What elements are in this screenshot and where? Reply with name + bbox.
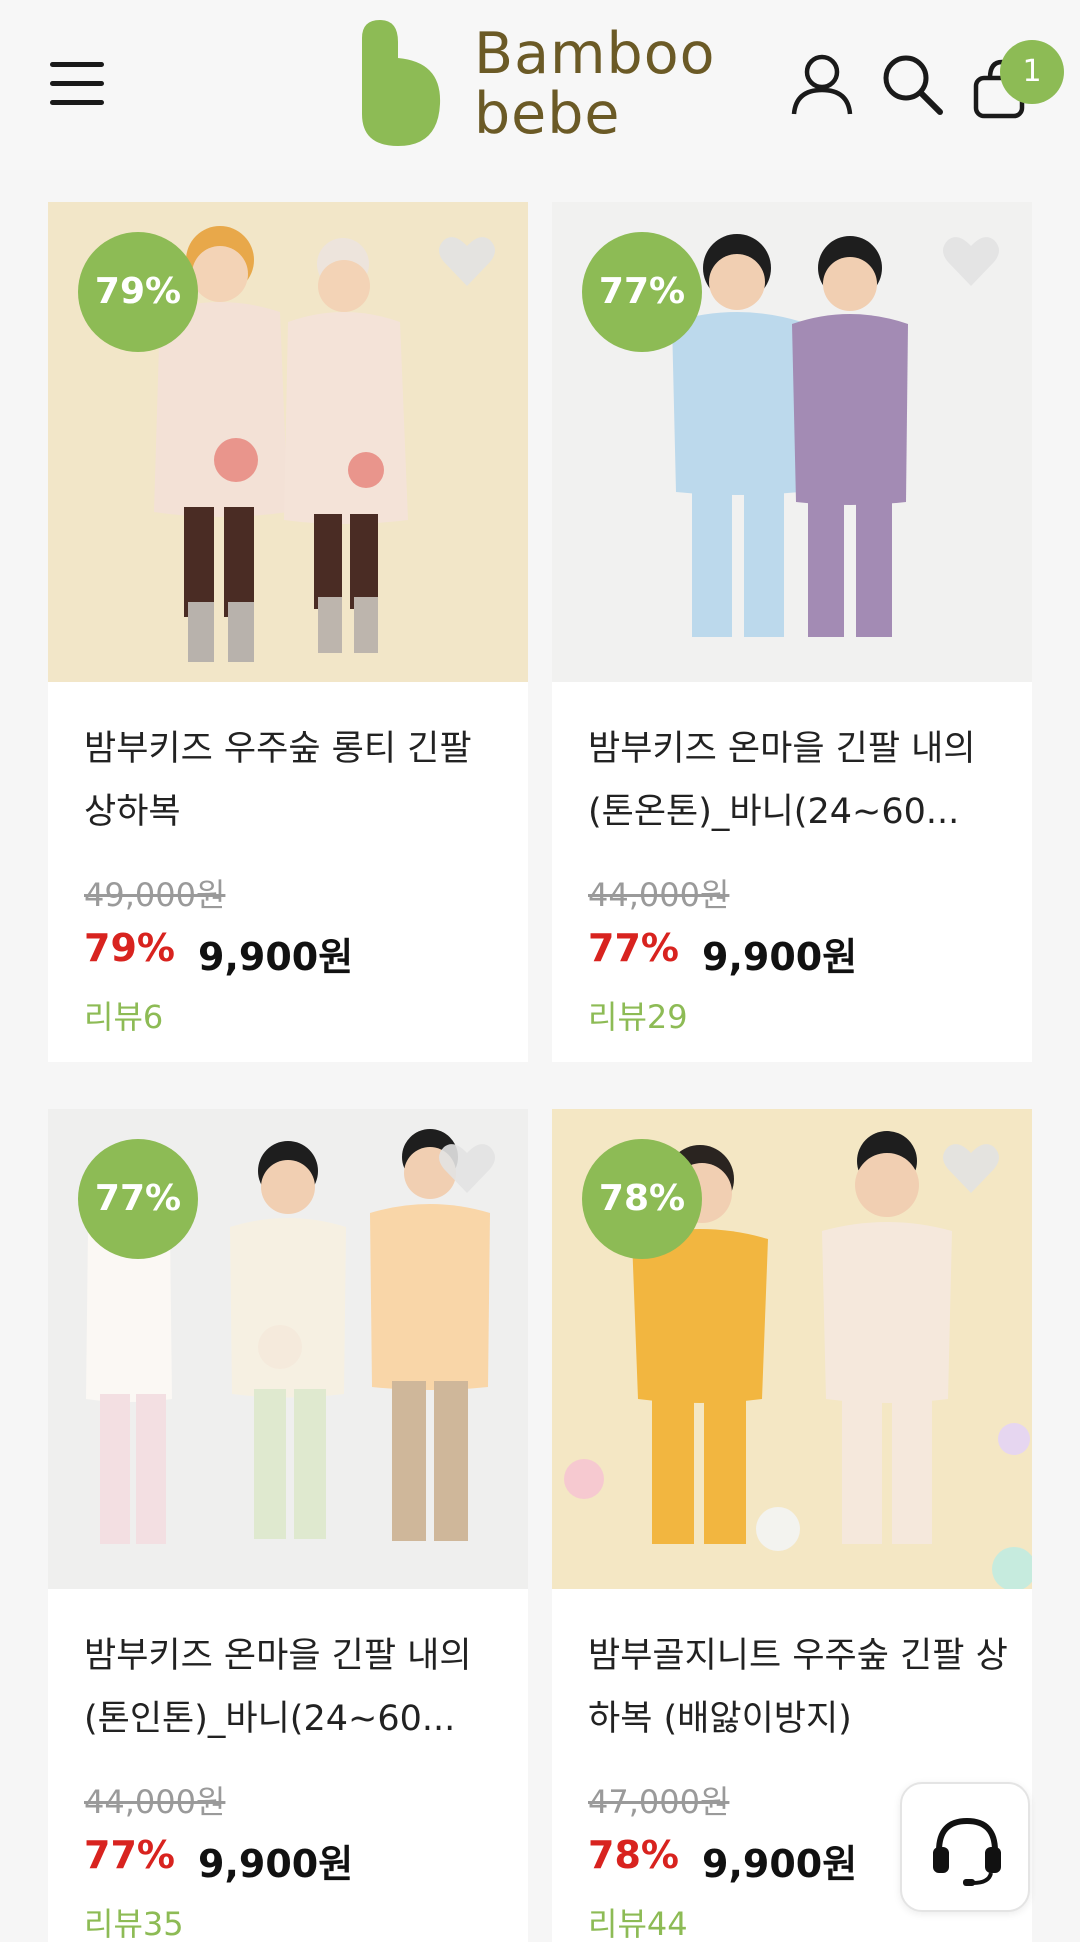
product-card[interactable]: 77% 밤부키즈 온마을 긴팔 내의 (톤인톤)_바니(24~60... 44,… bbox=[48, 1109, 528, 1942]
discount-badge: 77% bbox=[78, 1139, 198, 1259]
review-count: 리뷰44 bbox=[588, 1905, 688, 1942]
heart-icon[interactable] bbox=[942, 1141, 1000, 1195]
logo[interactable]: Bamboo bebe bbox=[358, 18, 728, 148]
discount-rate: 79% bbox=[84, 926, 175, 970]
product-name[interactable]: 밤부골지니트 우주숲 긴팔 상하복 (배앓이방지) bbox=[588, 1625, 1008, 1751]
original-price: 44,000원 bbox=[84, 1783, 226, 1821]
sale-price: 9,900원 bbox=[198, 1842, 354, 1886]
logo-text-line1: Bamboo bbox=[474, 21, 716, 87]
cart-count-badge: 1 bbox=[1000, 40, 1064, 104]
review-count: 리뷰29 bbox=[588, 998, 688, 1036]
heart-icon[interactable] bbox=[438, 1141, 496, 1195]
logo-mark-icon bbox=[362, 20, 441, 146]
search-icon[interactable] bbox=[880, 52, 944, 116]
discount-rate: 77% bbox=[588, 926, 679, 970]
customer-service-button[interactable] bbox=[900, 1782, 1030, 1912]
product-card[interactable]: 79% 밤부키즈 우주숲 롱티 긴팔 상하복 49,000원 79% 9,900… bbox=[48, 202, 528, 1062]
header: Bamboo bebe 1 bbox=[0, 0, 1080, 170]
review-count: 리뷰35 bbox=[84, 1905, 184, 1942]
product-name[interactable]: 밤부키즈 우주숲 롱티 긴팔 상하복 bbox=[84, 718, 504, 844]
original-price: 49,000원 bbox=[84, 876, 226, 914]
product-info: 밤부키즈 온마을 긴팔 내의 (톤인톤)_바니(24~60... 44,000원… bbox=[48, 1589, 528, 1942]
heart-icon[interactable] bbox=[438, 234, 496, 288]
product-info: 밤부키즈 온마을 긴팔 내의 (톤온톤)_바니(24~60... 44,000원… bbox=[552, 682, 1032, 1062]
discount-badge: 79% bbox=[78, 232, 198, 352]
logo-text-line2: bebe bbox=[474, 81, 621, 147]
sale-price: 9,900원 bbox=[198, 935, 354, 979]
original-price: 47,000원 bbox=[588, 1783, 730, 1821]
sale-price: 9,900원 bbox=[702, 935, 858, 979]
discount-badge: 78% bbox=[582, 1139, 702, 1259]
heart-icon[interactable] bbox=[942, 234, 1000, 288]
discount-badge: 77% bbox=[582, 232, 702, 352]
product-info: 밤부키즈 우주숲 롱티 긴팔 상하복 49,000원 79% 9,900원 리뷰… bbox=[48, 682, 528, 1062]
headset-icon bbox=[933, 1817, 1001, 1886]
discount-rate: 78% bbox=[588, 1833, 679, 1877]
product-name[interactable]: 밤부키즈 온마을 긴팔 내의 (톤인톤)_바니(24~60... bbox=[84, 1625, 504, 1751]
original-price: 44,000원 bbox=[588, 876, 730, 914]
review-count: 리뷰6 bbox=[84, 998, 164, 1036]
menu-icon[interactable] bbox=[50, 62, 106, 106]
product-name[interactable]: 밤부키즈 온마을 긴팔 내의 (톤온톤)_바니(24~60... bbox=[588, 718, 1008, 844]
user-icon[interactable] bbox=[790, 52, 854, 116]
product-card[interactable]: 77% 밤부키즈 온마을 긴팔 내의 (톤온톤)_바니(24~60... 44,… bbox=[552, 202, 1032, 1062]
sale-price: 9,900원 bbox=[702, 1842, 858, 1886]
discount-rate: 77% bbox=[84, 1833, 175, 1877]
